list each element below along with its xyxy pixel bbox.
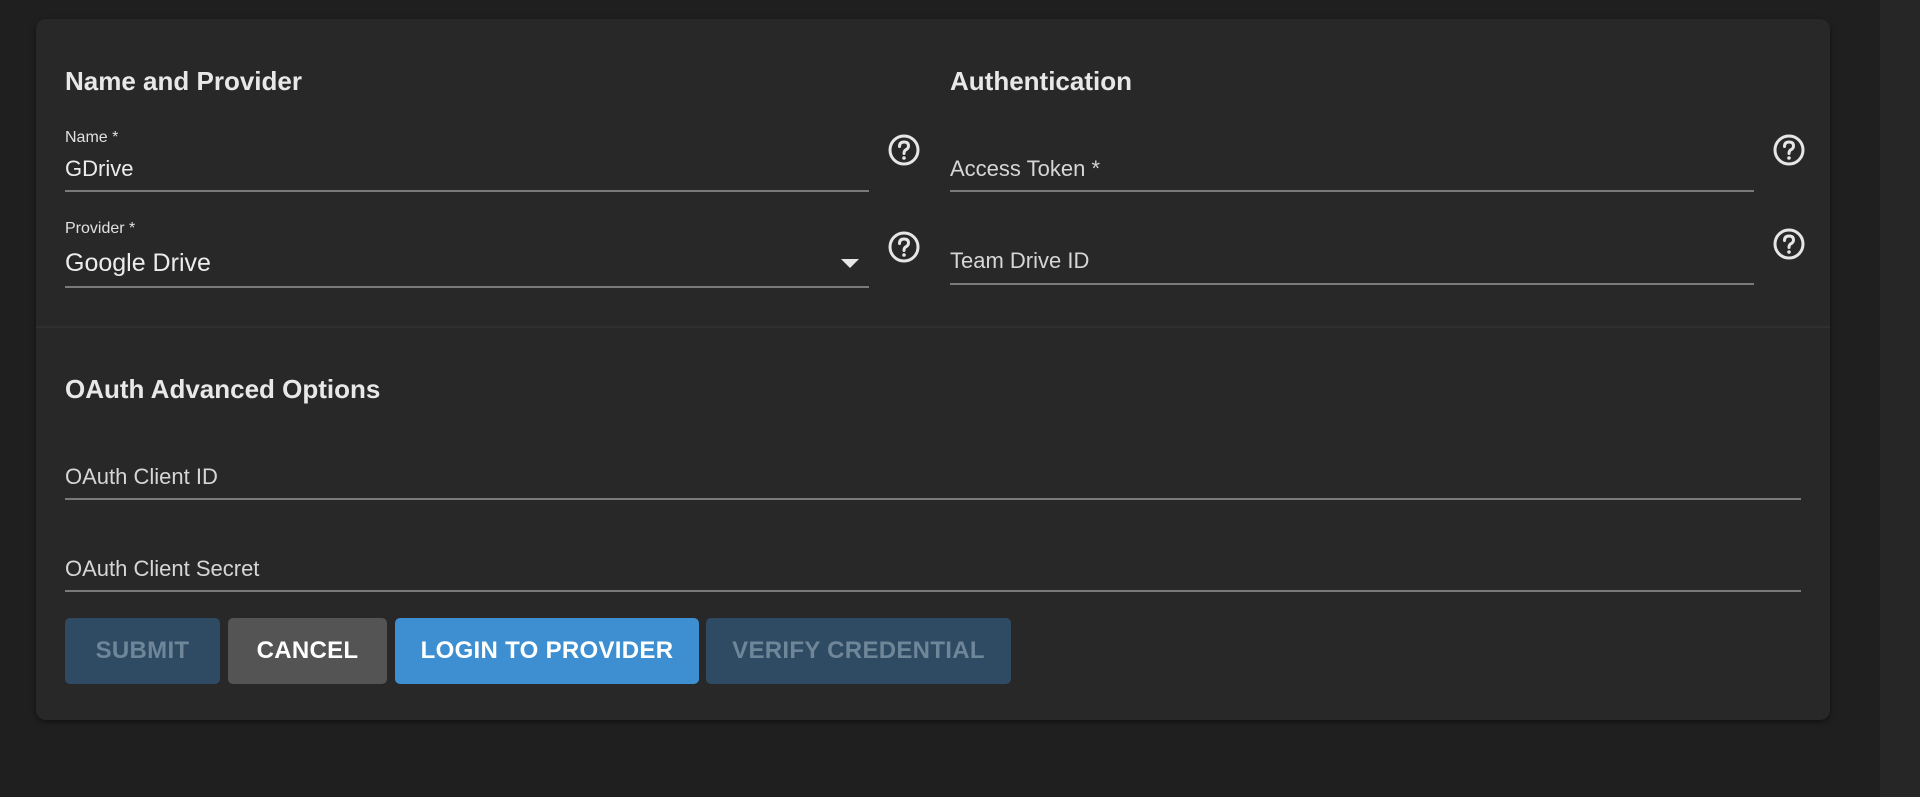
name-field-label: Name * xyxy=(65,129,119,146)
provider-help-icon[interactable] xyxy=(887,230,921,264)
oauth-client-secret-placeholder: OAuth Client Secret xyxy=(65,556,260,581)
provider-select[interactable]: Provider * Google Drive xyxy=(65,204,869,288)
section-divider xyxy=(36,326,1830,328)
team-drive-id-placeholder: Team Drive ID xyxy=(950,248,1090,273)
page-edge-strip xyxy=(1880,0,1920,797)
submit-button[interactable]: SUBMIT xyxy=(65,618,220,684)
credential-form-card: Name and Provider Name * GDrive Provider… xyxy=(36,19,1830,720)
access-token-field[interactable]: Access Token * xyxy=(950,111,1754,192)
team-drive-id-help-icon[interactable] xyxy=(1772,227,1806,261)
team-drive-id-field[interactable]: Team Drive ID xyxy=(950,204,1754,285)
access-token-help-icon[interactable] xyxy=(1772,133,1806,167)
section-title-name-provider: Name and Provider xyxy=(65,66,302,96)
access-token-placeholder: Access Token * xyxy=(950,156,1101,181)
name-field-value: GDrive xyxy=(65,156,134,181)
section-title-oauth-advanced: OAuth Advanced Options xyxy=(65,374,381,404)
oauth-client-id-placeholder: OAuth Client ID xyxy=(65,464,218,489)
oauth-client-secret-field[interactable]: OAuth Client Secret xyxy=(65,511,1801,592)
section-title-authentication: Authentication xyxy=(950,66,1132,96)
oauth-client-id-field[interactable]: OAuth Client ID xyxy=(65,419,1801,500)
caret-down-icon[interactable] xyxy=(841,259,859,268)
cancel-button[interactable]: CANCEL xyxy=(228,618,387,684)
name-field[interactable]: Name * GDrive xyxy=(65,111,869,192)
name-help-icon[interactable] xyxy=(887,133,921,167)
provider-select-value: Google Drive xyxy=(65,249,211,277)
verify-credential-button[interactable]: VERIFY CREDENTIAL xyxy=(706,618,1011,684)
provider-select-label: Provider * xyxy=(65,220,136,237)
login-to-provider-button[interactable]: LOGIN TO PROVIDER xyxy=(395,618,699,684)
